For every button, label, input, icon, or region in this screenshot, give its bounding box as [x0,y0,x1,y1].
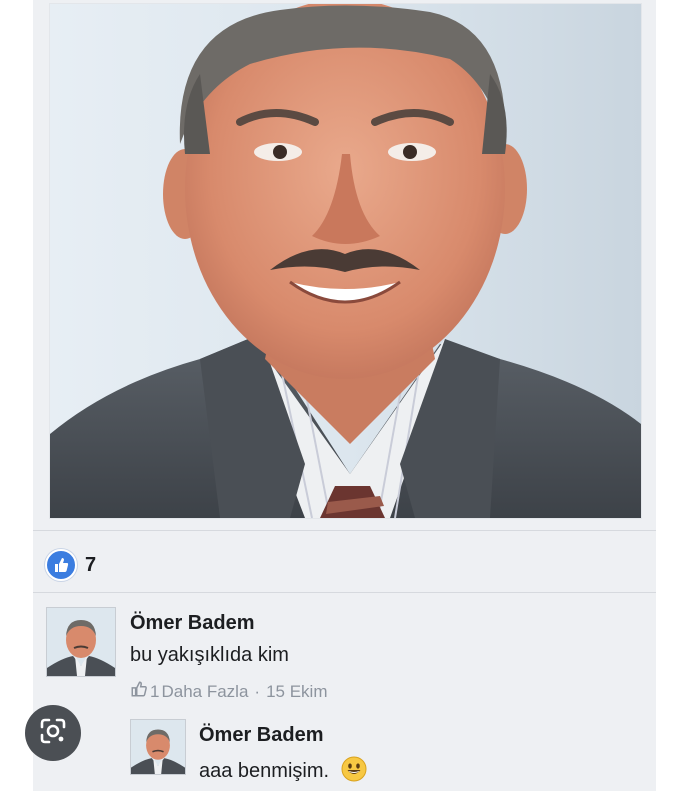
lens-button[interactable] [25,705,81,761]
post-photo[interactable] [50,4,641,518]
meta-separator: · [254,681,261,701]
post-reactions[interactable]: 7 [45,549,97,581]
post-photo-frame[interactable] [50,4,641,518]
divider [33,530,656,531]
divider [33,592,656,593]
avatar[interactable] [46,607,116,677]
comment-meta: 1 Daha Fazla · 15 Ekim [130,680,328,703]
comment-text: bu yakışıklıda kim [130,644,289,666]
comment-date[interactable]: 15 Ekim [266,682,327,702]
more-link[interactable]: Daha Fazla [161,682,248,702]
comment-text: aaa benmişim. [199,760,330,782]
lens-icon [38,716,68,751]
thumbs-up-icon[interactable] [130,680,148,703]
smiling-face-icon [341,756,367,782]
comment-author[interactable]: Ömer Badem [130,612,255,635]
comment-text-row: aaa benmişim. [199,756,367,783]
like-reaction-icon [45,549,77,581]
comment-like-count: 1 [150,681,160,701]
comment-author[interactable]: Ömer Badem [199,724,324,747]
avatar[interactable] [130,719,186,775]
like-count: 7 [85,553,97,576]
